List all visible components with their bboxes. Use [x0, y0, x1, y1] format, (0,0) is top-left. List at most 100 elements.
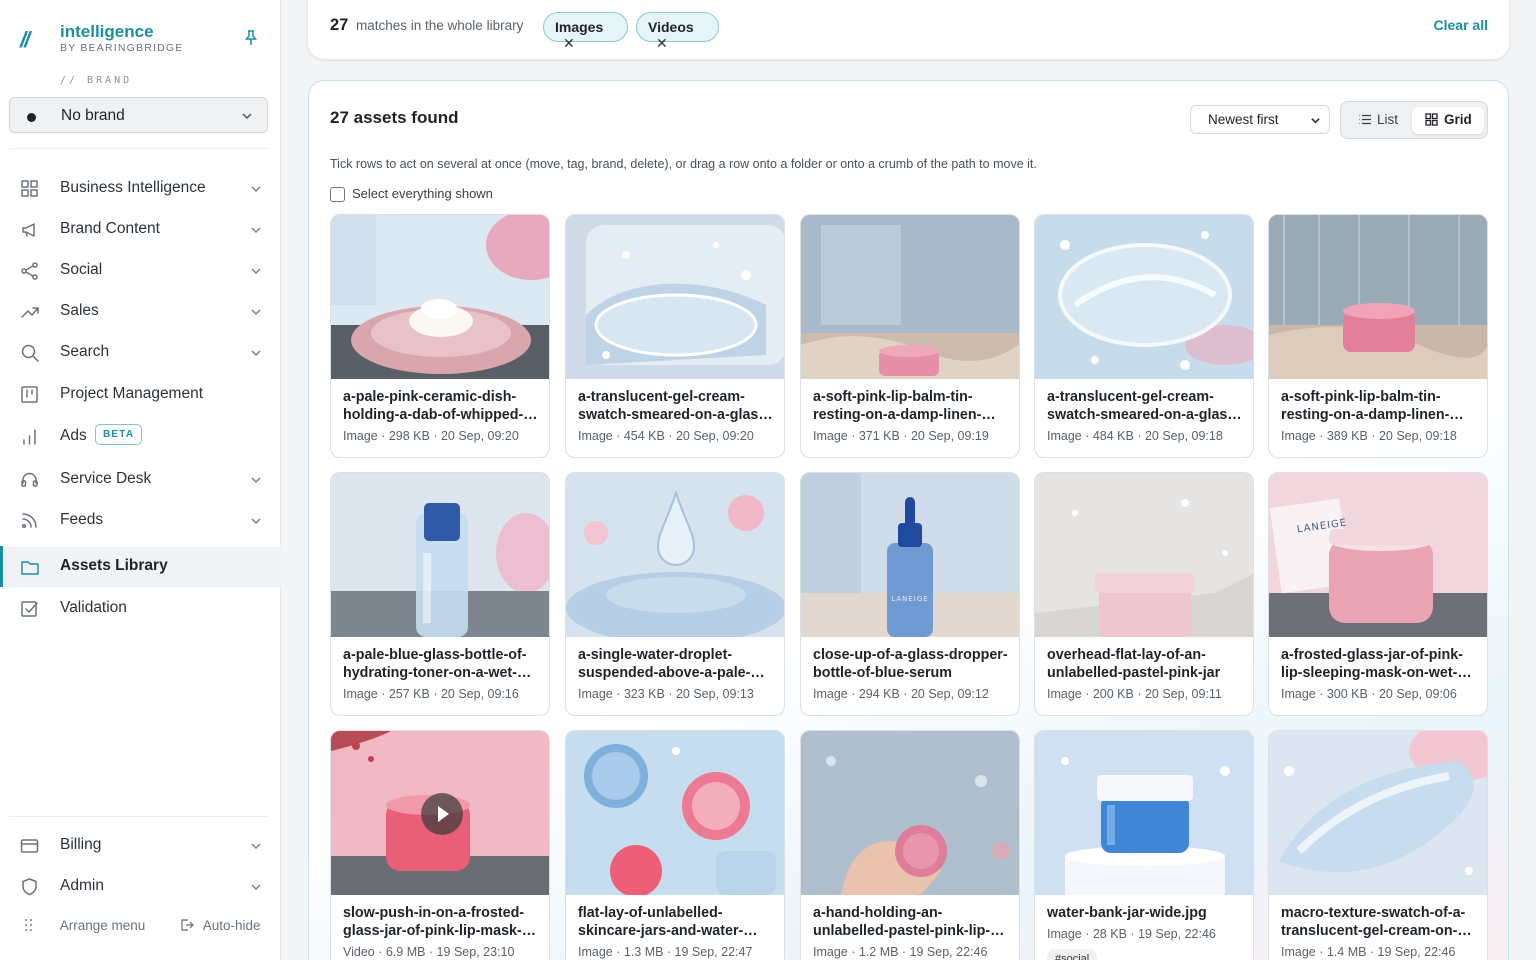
asset-thumbnail — [1269, 215, 1487, 379]
sidebar-item-ads[interactable]: Ads BETA — [0, 416, 281, 457]
asset-meta: Image · 484 KB · 20 Sep, 09:18 — [1047, 429, 1223, 443]
kanban-icon — [21, 386, 38, 403]
asset-thumbnail — [801, 731, 1019, 895]
asset-card[interactable]: a-single-water-droplet-suspended-above-a… — [565, 472, 785, 716]
sidebar-item-validation[interactable]: Validation — [0, 588, 281, 629]
chevron-down-icon — [251, 843, 261, 850]
sidebar-item-search[interactable]: Search — [0, 332, 281, 373]
asset-thumbnail — [566, 731, 784, 895]
sidebar-item-label: Sales — [60, 302, 99, 319]
divider — [9, 816, 268, 817]
asset-meta: Image · 298 KB · 20 Sep, 09:20 — [343, 429, 519, 443]
asset-card[interactable]: a-translucent-gel-cream-swatch-smeared-o… — [1034, 214, 1254, 458]
sidebar-item-brand-content[interactable]: Brand Content — [0, 209, 281, 250]
select-all-label[interactable]: Select everything shown — [352, 186, 493, 201]
asset-meta: Image · 389 KB · 20 Sep, 09:18 — [1281, 429, 1457, 443]
asset-meta: Image · 323 KB · 20 Sep, 09:13 — [578, 687, 754, 701]
sidebar-item-label: Feeds — [60, 511, 104, 528]
sidebar-item-assets-library[interactable]: Assets Library — [0, 546, 281, 587]
app-name: intelligence — [60, 22, 154, 41]
arrange-menu-label: Arrange menu — [59, 918, 146, 933]
sidebar-item-service-desk[interactable]: Service Desk — [0, 459, 281, 500]
clear-all-link[interactable]: Clear all — [1434, 17, 1488, 33]
chevron-down-icon — [251, 268, 261, 275]
grid-view-button[interactable]: Grid — [1412, 107, 1484, 134]
chevron-down-icon — [251, 309, 261, 316]
megaphone-icon — [22, 223, 35, 237]
view-toggle: List Grid — [1340, 101, 1488, 139]
sidebar-item-project-management[interactable]: Project Management — [0, 374, 281, 415]
sidebar-item-feeds[interactable]: Feeds — [0, 500, 281, 541]
sidebar-item-label: Ads — [60, 427, 87, 444]
chevron-down-icon — [251, 186, 261, 193]
asset-thumbnail — [1035, 215, 1253, 379]
sidebar-item-social[interactable]: Social — [0, 250, 281, 291]
drag-handle-icon — [25, 919, 32, 931]
play-icon[interactable] — [421, 793, 463, 835]
results-title: 27 assets found — [330, 108, 459, 127]
asset-meta: Image · 454 KB · 20 Sep, 09:20 — [578, 429, 754, 443]
pin-icon[interactable] — [244, 30, 258, 46]
asset-thumbnail: LANEIGE — [801, 473, 1019, 637]
close-icon[interactable]: ✕ — [563, 35, 575, 52]
beta-badge: BETA — [95, 424, 143, 445]
sidebar-item-admin[interactable]: Admin — [0, 866, 281, 907]
asset-title: a-single-water-droplet-suspended-above-a… — [578, 647, 751, 681]
shield-icon — [22, 878, 37, 896]
asset-thumbnail — [331, 473, 549, 637]
asset-card[interactable]: slow-push-in-on-a-frosted-glass-jar-of-p… — [330, 730, 550, 960]
asset-tag[interactable]: #social — [1047, 949, 1098, 960]
sidebar-item-business-intelligence[interactable]: Business Intelligence — [0, 168, 281, 209]
filter-chip-videos[interactable]: Videos✕ — [636, 12, 719, 51]
select-all-checkbox[interactable] — [330, 187, 345, 202]
sidebar-item-label: Billing — [60, 836, 102, 853]
asset-card[interactable]: macro-texture-swatch-of-a-translucent-ge… — [1268, 730, 1488, 960]
search-icon — [21, 344, 39, 362]
asset-thumbnail — [566, 473, 784, 637]
list-view-button[interactable]: List — [1358, 107, 1408, 134]
sidebar-item-sales[interactable]: Sales — [0, 291, 281, 332]
asset-title: a-hand-holding-an-unlabelled-pastel-pink… — [813, 905, 991, 939]
brand-dot-icon — [27, 113, 36, 122]
chip-label: Videos — [648, 19, 694, 35]
asset-card[interactable]: a-pale-pink-ceramic-dish-holding-a-dab-o… — [330, 214, 550, 458]
asset-thumbnail — [1035, 473, 1253, 637]
asset-thumbnail: LANEIGE — [1269, 473, 1487, 637]
asset-card[interactable]: a-hand-holding-an-unlabelled-pastel-pink… — [800, 730, 1020, 960]
auto-hide-button[interactable]: Auto-hide — [180, 918, 261, 940]
sort-select[interactable]: Newest first — [1190, 105, 1330, 134]
asset-card[interactable]: overhead-flat-lay-of-an-unlabelled-paste… — [1034, 472, 1254, 716]
asset-title: macro-texture-swatch-of-a-translucent-ge… — [1281, 905, 1466, 939]
brand-select[interactable]: No brand — [9, 97, 268, 133]
asset-card[interactable]: a-translucent-gel-cream-swatch-smeared-o… — [565, 214, 785, 458]
brand-selected-label: No brand — [61, 107, 125, 124]
asset-meta: Image · 200 KB · 20 Sep, 09:11 — [1047, 687, 1222, 701]
sidebar-item-label: Admin — [60, 877, 104, 894]
asset-card[interactable]: water-bank-jar-wide.jpg Image · 28 KB · 1… — [1034, 730, 1254, 960]
asset-card[interactable]: a-soft-pink-lip-balm-tin-resting-on-a-da… — [800, 214, 1020, 458]
exit-icon — [181, 919, 194, 931]
grid-icon — [1425, 113, 1438, 126]
chevron-down-icon — [251, 227, 261, 234]
chevron-down-icon — [251, 884, 261, 891]
asset-title: a-soft-pink-lip-balm-tin-resting-on-a-da… — [1281, 389, 1450, 423]
asset-thumbnail — [801, 215, 1019, 379]
asset-title: close-up-of-a-glass-dropper-bottle-of-bl… — [813, 647, 1008, 681]
sidebar-item-label: Service Desk — [60, 470, 152, 487]
asset-title: a-frosted-glass-jar-of-pink-lip-sleeping… — [1281, 647, 1463, 681]
sidebar-item-label: Project Management — [60, 385, 204, 402]
match-count: 27 — [330, 16, 349, 34]
arrange-menu-button[interactable]: Arrange menu — [22, 918, 145, 940]
asset-card[interactable]: a-soft-pink-lip-balm-tin-resting-on-a-da… — [1268, 214, 1488, 458]
asset-card[interactable]: LANEIGE close-up-of-a-glass-dropper-bottl… — [800, 472, 1020, 716]
asset-title: overhead-flat-lay-of-an-unlabelled-paste… — [1047, 647, 1221, 681]
sidebar-item-label: Validation — [60, 599, 127, 616]
filter-chip-images[interactable]: Images✕ — [543, 12, 628, 51]
sidebar-item-billing[interactable]: Billing — [0, 825, 281, 866]
asset-card[interactable]: flat-lay-of-unlabelled-skincare-jars-and… — [565, 730, 785, 960]
asset-card[interactable]: a-pale-blue-glass-bottle-of-hydrating-to… — [330, 472, 550, 716]
sidebar-item-label: Search — [60, 343, 110, 360]
close-icon[interactable]: ✕ — [656, 35, 668, 52]
match-text: matches in the whole library — [356, 18, 524, 33]
asset-card[interactable]: LANEIGE a-frosted-glass-jar-of-pink-lip-s… — [1268, 472, 1488, 716]
